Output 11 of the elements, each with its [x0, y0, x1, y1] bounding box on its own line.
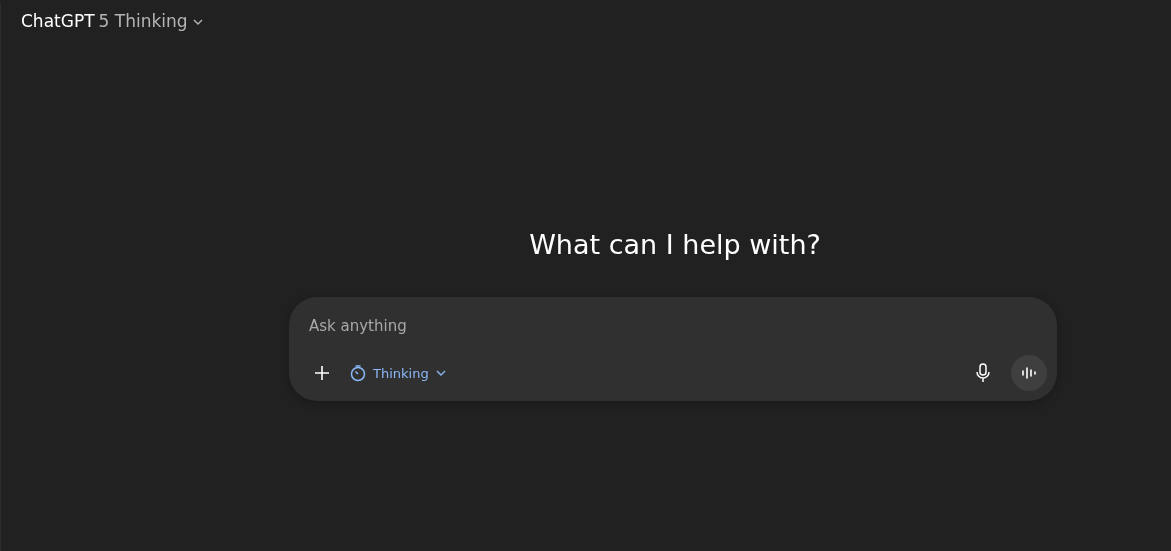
timer-icon [349, 364, 367, 383]
heading: What can I help with? [528, 228, 822, 261]
mode-selector[interactable]: Thinking [343, 359, 453, 388]
model-selector[interactable]: ChatGPT 5 Thinking [13, 3, 212, 41]
model-name: ChatGPT [21, 10, 95, 33]
message-input[interactable]: Ask anything [309, 312, 1047, 340]
model-version: 5 Thinking [98, 10, 188, 33]
microphone-icon [975, 363, 991, 384]
waveform-icon [1021, 366, 1037, 381]
plus-icon [313, 364, 331, 383]
voice-mode-button[interactable] [1011, 355, 1047, 392]
